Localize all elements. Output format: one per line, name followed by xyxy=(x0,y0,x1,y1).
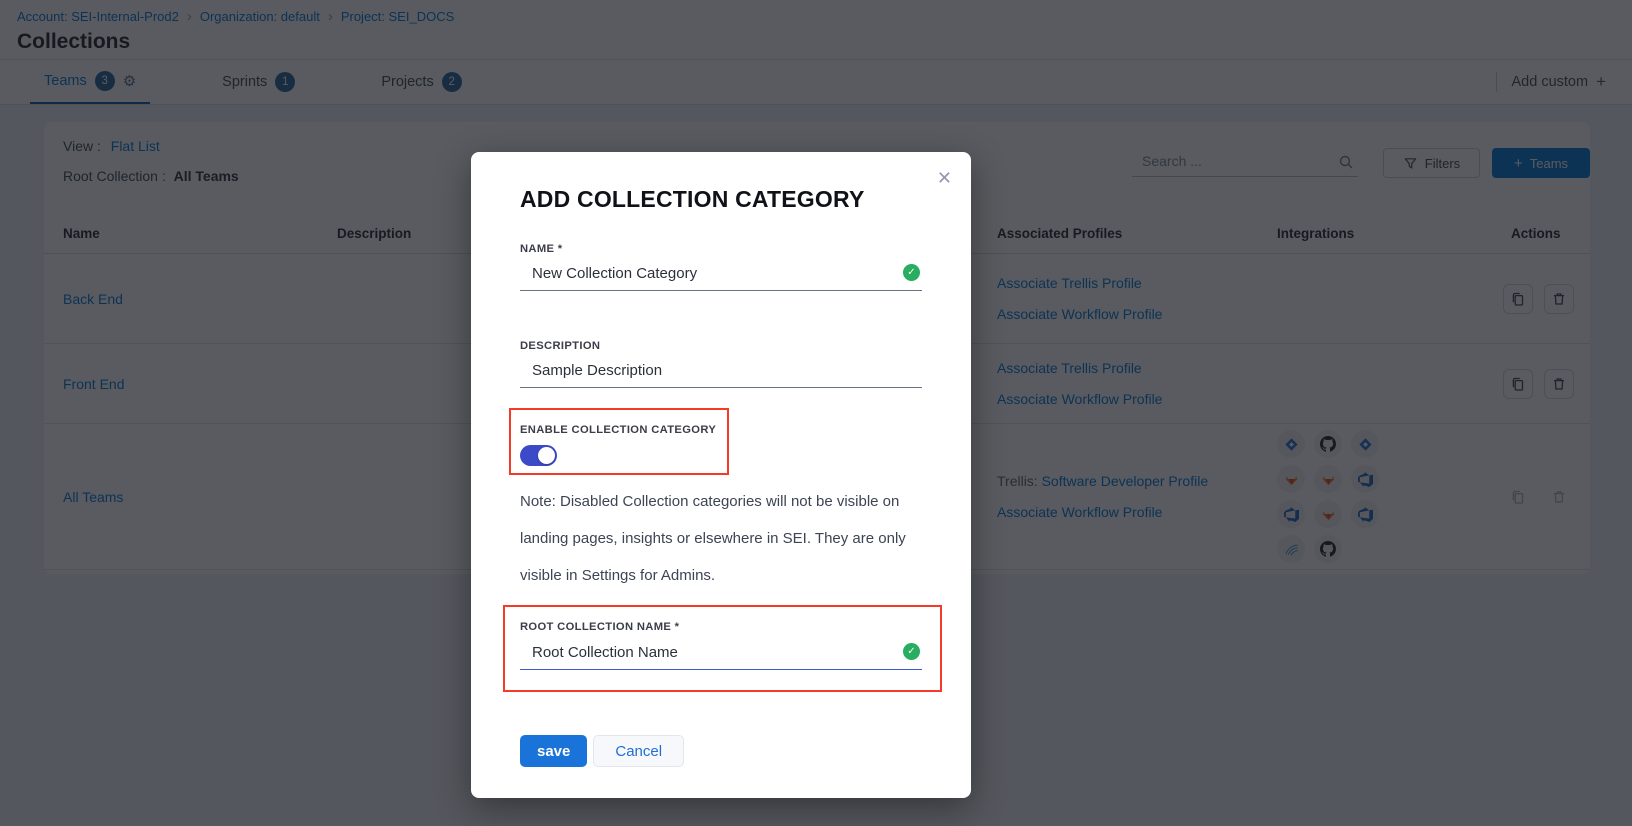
enable-toggle[interactable] xyxy=(520,445,557,466)
root-collection-name-input[interactable] xyxy=(520,642,922,670)
name-label: NAME * xyxy=(520,243,922,255)
screen: Account: SEI-Internal-Prod2 › Organizati… xyxy=(0,0,1632,826)
valid-check-icon: ✓ xyxy=(903,643,920,660)
root-collection-name-label: ROOT COLLECTION NAME * xyxy=(520,621,940,633)
annotation-box-root-collection: ROOT COLLECTION NAME * ✓ xyxy=(503,605,942,692)
add-collection-category-modal: ✕ ADD COLLECTION CATEGORY NAME * ✓ DESCR… xyxy=(471,152,971,798)
cancel-button[interactable]: Cancel xyxy=(593,735,684,767)
toggle-knob xyxy=(538,447,555,464)
description-input[interactable] xyxy=(520,360,922,388)
annotation-box-enable: ENABLE COLLECTION CATEGORY xyxy=(509,408,729,475)
save-button[interactable]: save xyxy=(520,735,587,767)
name-field: NAME * ✓ xyxy=(520,243,922,291)
disabled-note: Note: Disabled Collection categories wil… xyxy=(520,483,926,594)
enable-collection-category-label: ENABLE COLLECTION CATEGORY xyxy=(520,424,727,436)
modal-title: ADD COLLECTION CATEGORY xyxy=(520,186,922,213)
valid-check-icon: ✓ xyxy=(903,264,920,281)
description-field: DESCRIPTION xyxy=(520,340,922,388)
description-label: DESCRIPTION xyxy=(520,340,922,352)
close-icon[interactable]: ✕ xyxy=(937,169,952,187)
name-input[interactable] xyxy=(520,263,922,291)
modal-buttons: save Cancel xyxy=(520,735,922,767)
